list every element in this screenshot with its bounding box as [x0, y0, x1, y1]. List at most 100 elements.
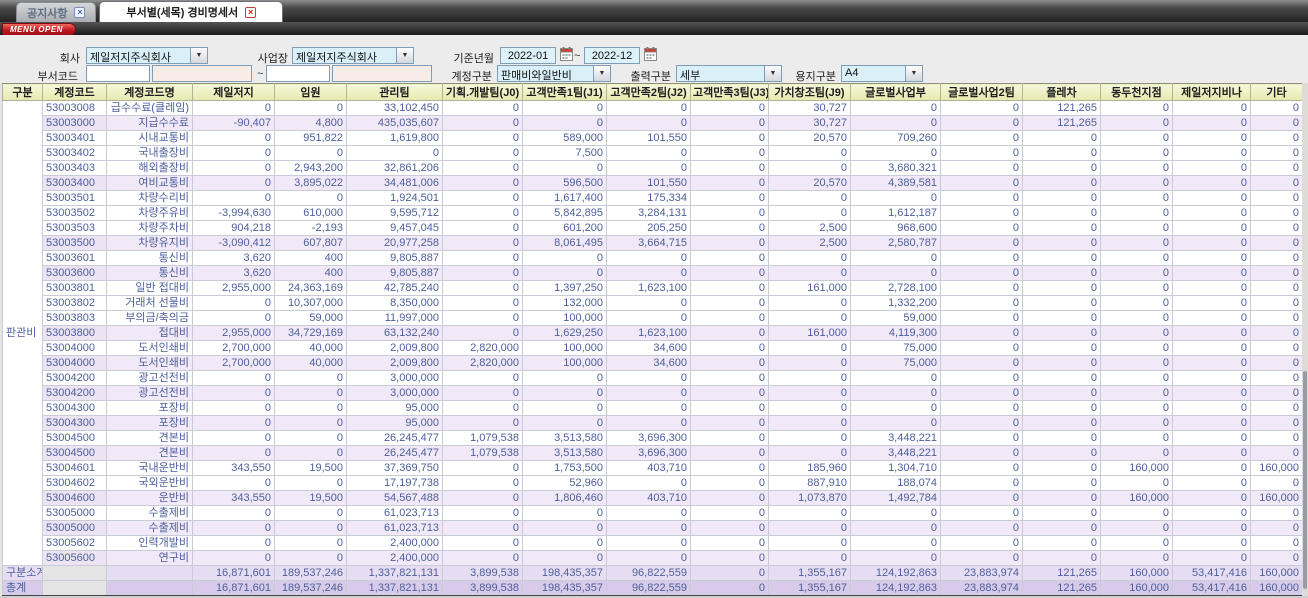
- company-select[interactable]: 제일저지주식회사 ▼: [86, 47, 208, 64]
- cell-amount: 30,727: [768, 115, 851, 131]
- cell-account-code: 53004500: [42, 430, 107, 446]
- cell-amount: 0: [850, 415, 941, 431]
- cell-amount: 0: [1172, 400, 1251, 416]
- tab-expense-report[interactable]: 부서별(세목) 경비명세서 ×: [99, 1, 284, 22]
- cell-amount: 0: [1172, 355, 1251, 371]
- cell-amount: 0: [442, 460, 523, 476]
- tab-notice[interactable]: 공지사항 ×: [16, 2, 97, 22]
- cell-amount: 1,079,538: [442, 445, 523, 461]
- cell-amount: -3,090,412: [192, 235, 275, 251]
- paper-type-value: A4: [845, 67, 859, 79]
- scrollbar-thumb[interactable]: [1303, 371, 1307, 589]
- cell-account-code: 53004000: [42, 340, 107, 356]
- cell-amount: 0: [1250, 340, 1303, 356]
- cell-amount: 4,119,300: [850, 325, 941, 341]
- account-type-select[interactable]: 판매비와일반비 ▼: [497, 65, 611, 82]
- cell-account-code: 53004500: [42, 445, 107, 461]
- cell-amount: 0: [850, 100, 941, 116]
- cell-account-name: 차량주유비: [106, 205, 193, 221]
- cell-amount: 16,871,601: [192, 565, 275, 581]
- period-from-input[interactable]: [500, 47, 556, 64]
- dept-from-name-input[interactable]: [152, 65, 252, 82]
- cell-amount: 0: [1250, 355, 1303, 371]
- tab-close-icon[interactable]: ×: [245, 6, 257, 18]
- cell-amount: 0: [1172, 250, 1251, 266]
- cell-amount: 0: [768, 415, 851, 431]
- output-type-select[interactable]: 세부 ▼: [676, 65, 782, 82]
- cell-amount: 0: [1172, 280, 1251, 296]
- cell-amount: 3,696,300: [606, 430, 691, 446]
- cell-amount: 0: [1172, 205, 1251, 221]
- cell-amount: 0: [768, 295, 851, 311]
- cell-amount: 0: [1100, 160, 1173, 176]
- tab-close-icon[interactable]: ×: [74, 7, 86, 18]
- cell-account-name-empty: [106, 565, 193, 581]
- cell-amount: 0: [1100, 130, 1173, 146]
- cell-amount: 0: [1022, 265, 1101, 281]
- cell-amount: 0: [768, 535, 851, 551]
- cell-amount: 3,899,538: [442, 565, 523, 581]
- table-row: 53005600 연구비 0 0 2,400,000 0 0 0 0 0 0 0 0 0 0 0: [3, 550, 1303, 566]
- dept-to-code-input[interactable]: [266, 65, 330, 82]
- cell-amount: 1,623,100: [606, 280, 691, 296]
- cell-amount: 0: [690, 160, 769, 176]
- cell-amount: 0: [1022, 220, 1101, 236]
- cell-amount: 0: [940, 550, 1023, 566]
- cell-amount: 9,805,887: [346, 265, 443, 281]
- cell-amount: 601,200: [522, 220, 607, 236]
- dept-from-code-input[interactable]: [86, 65, 150, 82]
- dept-to-name-input[interactable]: [332, 65, 432, 82]
- cell-amount: 0: [274, 430, 347, 446]
- cell-amount: 0: [940, 145, 1023, 161]
- vertical-scrollbar[interactable]: [1302, 83, 1308, 596]
- cell-amount: 0: [274, 100, 347, 116]
- cell-amount: 0: [940, 505, 1023, 521]
- cell-amount: 0: [192, 295, 275, 311]
- chevron-down-icon: ▼: [190, 48, 207, 63]
- cell-amount: 96,822,559: [606, 580, 691, 597]
- cell-amount: 0: [606, 385, 691, 401]
- cell-account-name: 차량수리비: [106, 190, 193, 206]
- cell-amount: 1,079,538: [442, 430, 523, 446]
- cell-account-name: 거래처 선물비: [106, 295, 193, 311]
- cell-amount: 904,218: [192, 220, 275, 236]
- calendar-icon[interactable]: [560, 47, 573, 61]
- cell-account-name: 차량유지비: [106, 235, 193, 251]
- cell-amount: 1,753,500: [522, 460, 607, 476]
- cell-amount: 0: [606, 400, 691, 416]
- cell-amount: 0: [1250, 430, 1303, 446]
- cell-amount: 0: [690, 250, 769, 266]
- cell-amount: 0: [442, 295, 523, 311]
- cell-amount: 0: [690, 460, 769, 476]
- calendar-icon[interactable]: [644, 47, 657, 61]
- cell-amount: 121,265: [1022, 100, 1101, 116]
- period-to-input[interactable]: [584, 47, 640, 64]
- site-select[interactable]: 제일저지주식회사 ▼: [292, 47, 414, 64]
- cell-account-code: 53004300: [42, 400, 107, 416]
- cell-amount: 0: [1172, 460, 1251, 476]
- cell-amount: 2,580,787: [850, 235, 941, 251]
- cell-amount: 1,355,167: [768, 565, 851, 581]
- cell-amount: 0: [1100, 550, 1173, 566]
- cell-amount: 95,000: [346, 400, 443, 416]
- cell-amount: 0: [442, 520, 523, 536]
- cell-amount: 0: [1250, 415, 1303, 431]
- cell-amount: 0: [1100, 220, 1173, 236]
- cell-account-name: 견본비: [106, 445, 193, 461]
- cell-amount: 0: [768, 310, 851, 326]
- cell-account-code: 53003502: [42, 205, 107, 221]
- paper-type-select[interactable]: A4 ▼: [841, 65, 923, 82]
- cell-amount: 0: [690, 280, 769, 296]
- cell-amount: 0: [690, 355, 769, 371]
- cell-amount: 0: [850, 190, 941, 206]
- cell-amount: 0: [606, 475, 691, 491]
- dept-separator: ~: [257, 68, 264, 80]
- cell-amount: 16,871,601: [192, 580, 275, 597]
- cell-amount: 0: [442, 190, 523, 206]
- cell-amount: 0: [274, 190, 347, 206]
- cell-account-code-empty: [42, 565, 107, 581]
- cell-account-name: 해외출장비: [106, 160, 193, 176]
- cell-amount: 10,307,000: [274, 295, 347, 311]
- cell-amount: 0: [1022, 475, 1101, 491]
- cell-account-code: 53003801: [42, 280, 107, 296]
